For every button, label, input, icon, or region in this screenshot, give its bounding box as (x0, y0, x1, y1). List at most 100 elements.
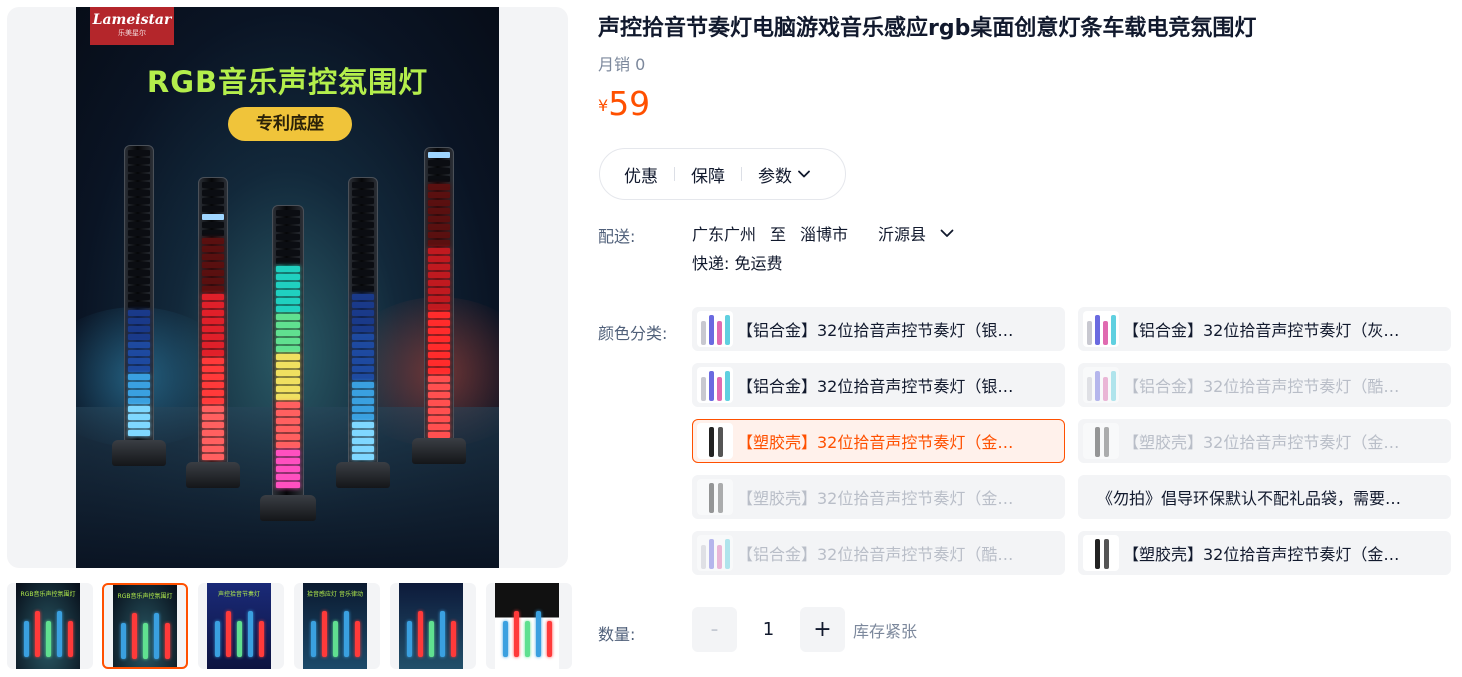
light-segment (202, 286, 224, 292)
color-option[interactable]: 【铝合金】32位拾音声控节奏灯（酷… (692, 531, 1065, 575)
light-segment (428, 296, 450, 302)
light-segment (202, 254, 224, 260)
color-option[interactable]: 【塑胶壳】32位拾音声控节奏灯（金… (692, 475, 1065, 519)
light-segment (202, 414, 224, 420)
light-segment (352, 438, 374, 444)
light-segment (202, 446, 224, 452)
thumbnail[interactable]: 拾音感应灯 音乐律动 (294, 583, 380, 669)
light-segment (276, 474, 300, 480)
light-segment (202, 406, 224, 412)
thumbnail[interactable]: RGB音乐声控氛围灯 (7, 583, 93, 669)
color-option-mini-bar (717, 321, 722, 345)
light-segment (428, 392, 450, 398)
light-segment (352, 334, 374, 340)
light-segment (128, 422, 150, 428)
light-segment (276, 266, 300, 272)
color-option-label: 【铝合金】32位拾音声控节奏灯（酷… (1123, 377, 1400, 396)
light-segment (276, 418, 300, 424)
color-option[interactable]: 【铝合金】32位拾音声控节奏灯（灰… (1078, 307, 1451, 351)
quantity-minus-button[interactable]: - (692, 607, 737, 652)
color-option-mini-bar (718, 427, 723, 457)
light-segment (428, 328, 450, 334)
chevron-down-icon[interactable] (940, 229, 954, 238)
thumbnail[interactable] (486, 583, 572, 669)
light-segment (128, 198, 150, 204)
tab-guarantee[interactable]: 保障 (691, 162, 725, 187)
light-segment (352, 270, 374, 276)
thumbnail-bar (322, 611, 327, 657)
color-option-mini-bar (1111, 371, 1116, 401)
main-product-image-frame[interactable]: Lameistar 乐美星尔 RGB音乐声控氛围灯 专利底座 (7, 7, 568, 568)
light-segment (128, 166, 150, 172)
light-segment (202, 222, 224, 228)
color-option-mini-bar (725, 371, 730, 401)
ship-to-county: 沂源县 (878, 225, 927, 244)
light-segment (202, 334, 224, 340)
tab-discount[interactable]: 优惠 (624, 162, 658, 187)
stock-note: 库存紧张 (853, 621, 918, 641)
main-product-image: Lameistar 乐美星尔 RGB音乐声控氛围灯 专利底座 (76, 7, 499, 568)
light-segment (428, 208, 450, 214)
light-segment (428, 360, 450, 366)
shipping-route[interactable]: 广东广州 至 淄博市 沂源县 (692, 221, 954, 245)
ship-from: 广东广州 (692, 225, 757, 244)
light-segment (352, 342, 374, 348)
color-option-mini-bar (717, 545, 722, 569)
color-option-mini-bar (709, 483, 714, 513)
light-bar-base (186, 462, 240, 488)
quantity-input[interactable] (737, 607, 800, 652)
light-bar-base (260, 495, 316, 521)
color-option[interactable]: 【塑胶壳】32位拾音声控节奏灯（金… (1078, 419, 1451, 463)
light-segment (352, 262, 374, 268)
thumbnail[interactable]: RGB音乐声控氛围灯 (102, 583, 188, 669)
thumbnail-bar (165, 623, 170, 659)
color-option[interactable]: 【铝合金】32位拾音声控节奏灯（银… (692, 363, 1065, 407)
light-segment (428, 408, 450, 414)
light-segment (352, 350, 374, 356)
light-segment (128, 214, 150, 220)
light-segment (352, 230, 374, 236)
light-segment (202, 326, 224, 332)
color-option-mini-bar (1111, 315, 1116, 345)
light-segment (202, 262, 224, 268)
light-segment (428, 320, 450, 326)
thumbnail[interactable] (390, 583, 476, 669)
color-option[interactable]: 【铝合金】32位拾音声控节奏灯（银… (692, 307, 1065, 351)
thumbnail-bar (143, 623, 148, 659)
light-bar (412, 147, 466, 464)
quantity-plus-button[interactable]: + (800, 607, 845, 652)
light-segment (128, 278, 150, 284)
tab-params[interactable]: 参数 (758, 162, 810, 187)
light-segment (352, 390, 374, 396)
color-option-mini-bar (718, 483, 723, 513)
thumbnail-image: 声控拾音节奏灯 (207, 583, 271, 669)
color-option-mini-bar (709, 427, 714, 457)
light-segment (428, 352, 450, 358)
light-segment (276, 450, 300, 456)
color-option[interactable]: 【塑胶壳】32位拾音声控节奏灯（金… (692, 419, 1065, 463)
light-segment (352, 286, 374, 292)
color-option[interactable]: 《勿拍》倡导环保默认不配礼品袋，需要… (1078, 475, 1451, 519)
hero-badge: 专利底座 (228, 107, 352, 141)
light-segment (128, 174, 150, 180)
thumbnail-bar (248, 611, 253, 657)
thumbnail-bar (429, 621, 434, 657)
light-segment (128, 190, 150, 196)
thumbnail[interactable]: 声控拾音节奏灯 (198, 583, 284, 669)
color-option[interactable]: 【塑胶壳】32位拾音声控节奏灯（金… (1078, 531, 1451, 575)
light-segment (428, 280, 450, 286)
color-option-mini-bar (1104, 427, 1109, 457)
light-segment (428, 424, 450, 430)
color-option-thumbnail (1083, 367, 1119, 403)
thumbnail-bar (451, 621, 456, 657)
color-option[interactable]: 【铝合金】32位拾音声控节奏灯（酷… (1078, 363, 1451, 407)
light-segment (202, 238, 224, 244)
light-segment (128, 398, 150, 404)
light-segment (128, 238, 150, 244)
light-segment (128, 182, 150, 188)
light-segment (128, 230, 150, 236)
thumbnail-bar (440, 611, 445, 657)
light-segment (428, 240, 450, 246)
product-title: 声控拾音节奏灯电脑游戏音乐感应rgb桌面创意灯条车载电竞氛围灯 (598, 16, 1257, 41)
price-value: 59 (608, 84, 651, 123)
